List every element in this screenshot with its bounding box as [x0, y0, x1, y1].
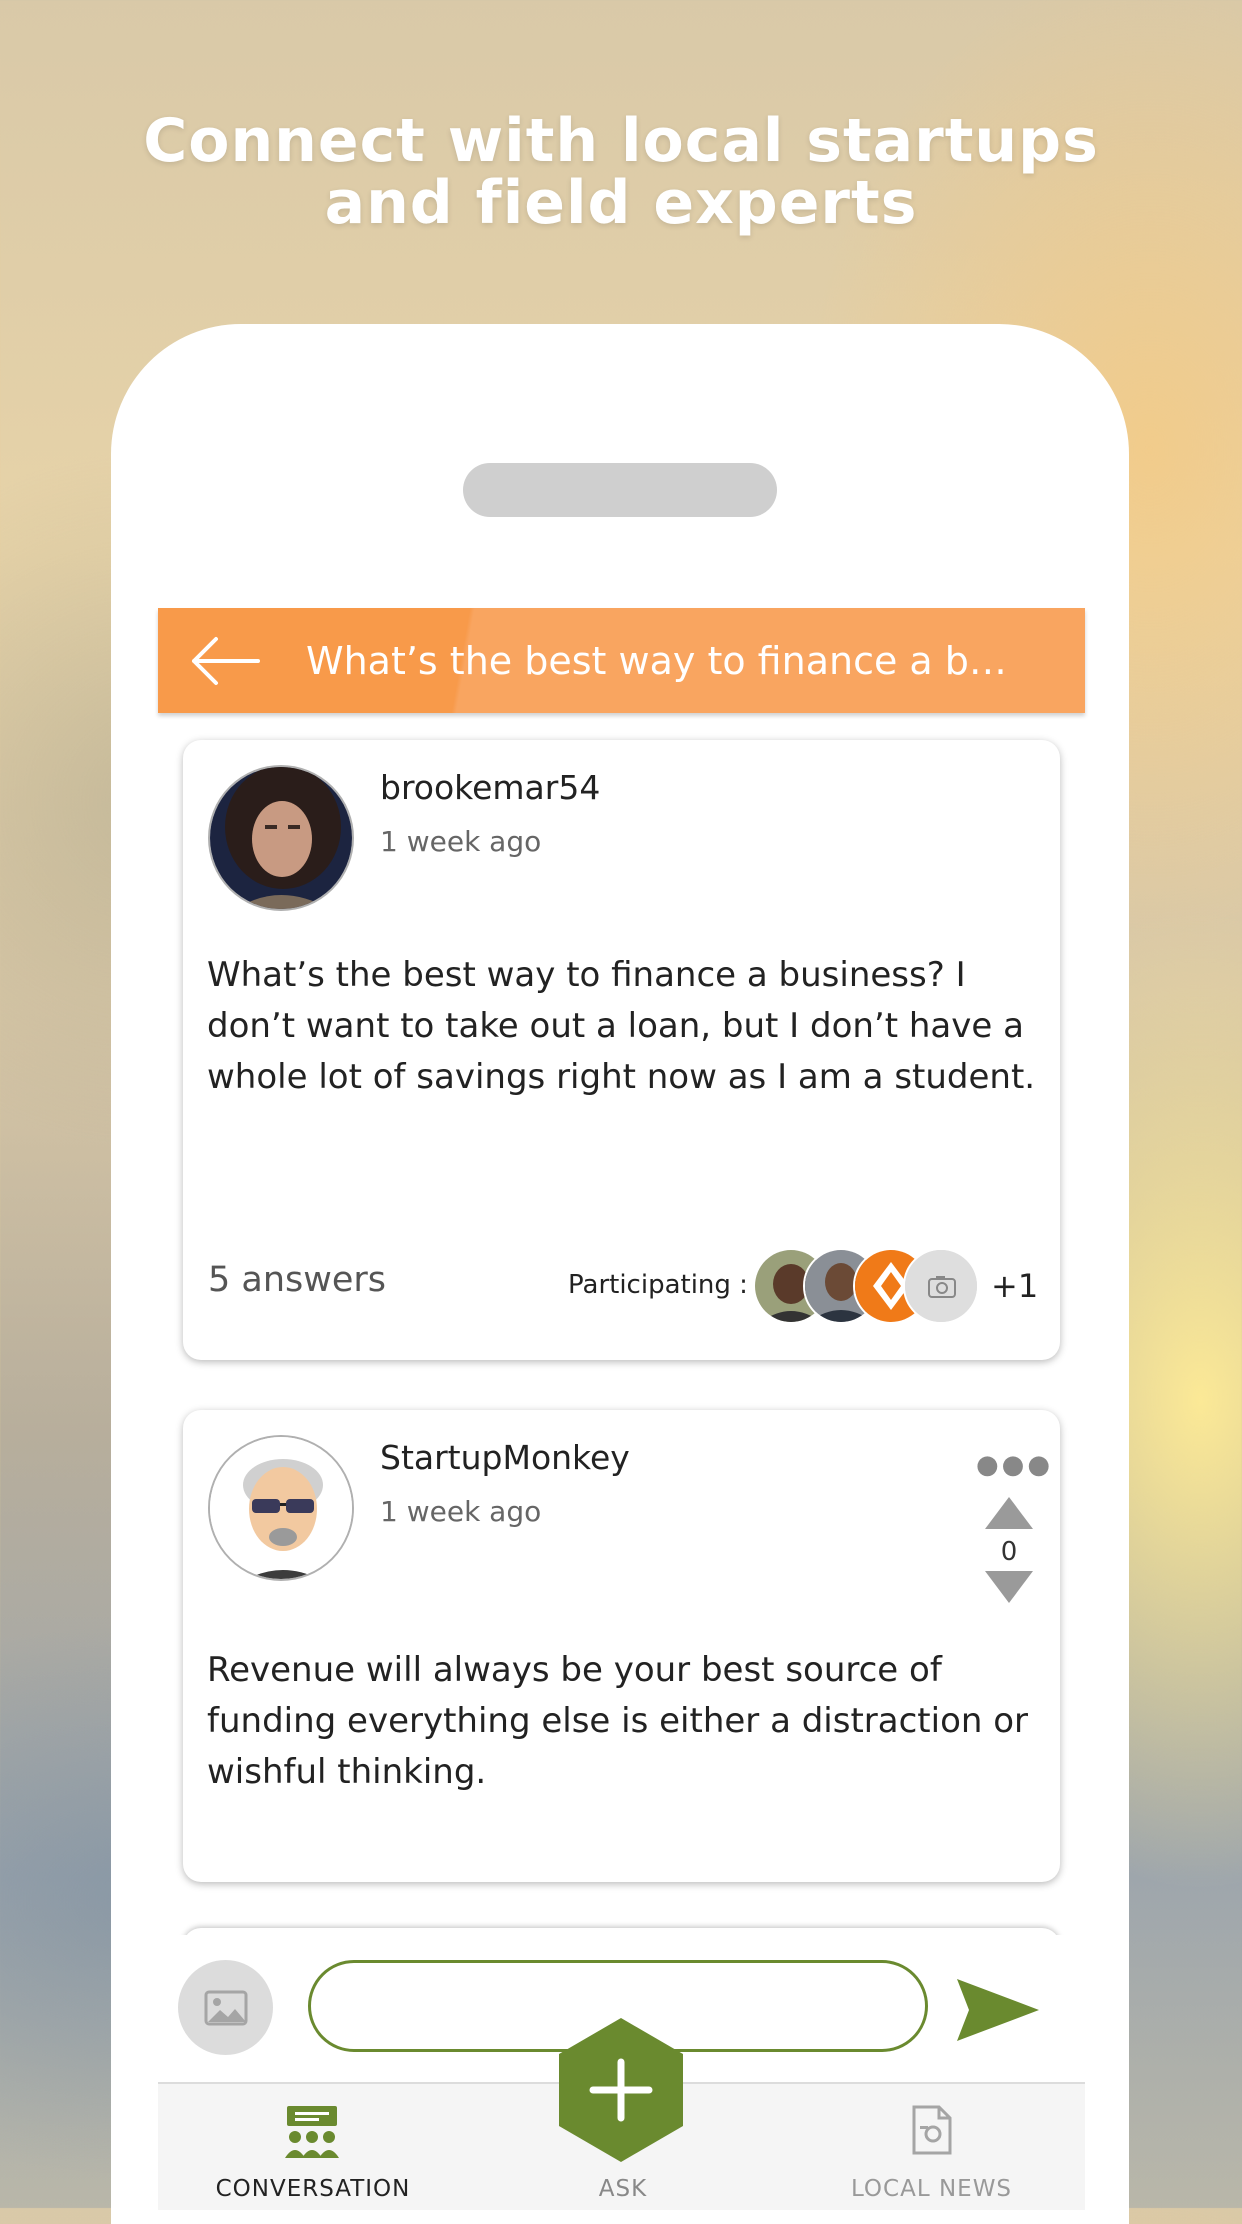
answer-username[interactable]: StartupMonkey [380, 1438, 630, 1477]
question-time: 1 week ago [380, 825, 542, 858]
arrow-left-icon [192, 636, 260, 685]
answers-count[interactable]: 5 answers [208, 1260, 386, 1300]
headline: Connect with local startups and field ex… [0, 110, 1242, 234]
question-username[interactable]: brookemar54 [380, 768, 600, 807]
headline-line2: and field experts [324, 168, 918, 238]
upvote-icon[interactable] [983, 1495, 1035, 1531]
answer-text: Revenue will always be your best source … [207, 1650, 1029, 1792]
question-text: What’s the best way to finance a busines… [207, 955, 1036, 1097]
ellipsis-icon[interactable]: ●●● [976, 1450, 1053, 1480]
ask-plus-button[interactable] [555, 2016, 687, 2164]
more-participants[interactable]: +1 [991, 1267, 1038, 1305]
participating-label: Participating : [568, 1270, 748, 1300]
conversation-icon [285, 2106, 339, 2158]
answer-time: 1 week ago [380, 1495, 542, 1528]
news-document-icon [912, 2105, 952, 2155]
tab-conversation-label: CONVERSATION [215, 2176, 411, 2202]
headline-line1: Connect with local startups [143, 106, 1099, 176]
participant-avatars[interactable] [753, 1248, 983, 1324]
vote-control: 0 [983, 1495, 1035, 1609]
camera-icon [903, 1248, 979, 1324]
answer-card[interactable]: StartupMonkey 1 week ago ●●● 0 Revenue w… [183, 1410, 1060, 1882]
tab-local-news-label: LOCAL NEWS [850, 2176, 1013, 2202]
attach-image-button[interactable] [178, 1960, 273, 2055]
image-icon [204, 1990, 247, 2025]
back-button[interactable] [188, 608, 288, 713]
avatar[interactable] [208, 765, 354, 911]
vote-count: 0 [1000, 1537, 1018, 1567]
tab-ask-label: ASK [598, 2176, 648, 2202]
question-card[interactable]: brookemar54 1 week ago What’s the best w… [183, 740, 1060, 1360]
header-title: What’s the best way to finance a b… [306, 638, 1007, 683]
app-header: What’s the best way to finance a b… [158, 608, 1085, 713]
phone-speaker [463, 463, 777, 517]
tab-conversation[interactable]: CONVERSATION [158, 2084, 468, 2210]
downvote-icon[interactable] [983, 1569, 1035, 1605]
tab-local-news[interactable]: LOCAL NEWS [778, 2084, 1085, 2210]
avatar[interactable] [208, 1435, 354, 1581]
send-icon[interactable] [953, 1975, 1043, 2045]
